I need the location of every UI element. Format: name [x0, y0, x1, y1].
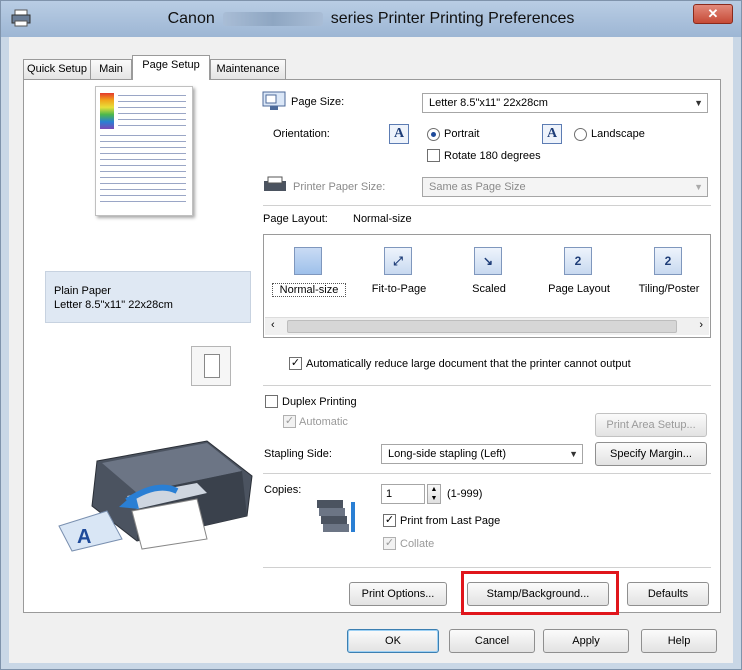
duplex-automatic-label[interactable]: Automatic: [299, 416, 348, 428]
stapling-side-value: Long-side stapling (Left): [388, 448, 507, 460]
close-button[interactable]: ✕: [693, 4, 733, 24]
ok-button[interactable]: OK: [347, 629, 439, 653]
rotate-180-label[interactable]: Rotate 180 degrees: [444, 150, 541, 162]
stapling-side-label: Stapling Side:: [264, 448, 332, 460]
defaults-button[interactable]: Defaults: [627, 582, 709, 606]
duplex-printing-label[interactable]: Duplex Printing: [282, 396, 357, 408]
layout-normal-size-label: Normal-size: [272, 283, 346, 297]
page-layout-list: Normal-size ⤢ Fit-to-Page ↘ Scaled 2 Pag…: [263, 234, 711, 338]
divider: [263, 567, 711, 568]
orientation-preview: [191, 346, 231, 386]
window-title-rest: series Printer Printing Preferences: [330, 10, 575, 27]
layout-normal-size[interactable]: Normal-size: [264, 235, 354, 315]
page-size-value: Letter 8.5"x11" 22x28cm: [429, 97, 548, 109]
page-size-select[interactable]: Letter 8.5"x11" 22x28cm ▼: [422, 93, 708, 113]
orientation-label: Orientation:: [273, 128, 330, 140]
printer-paper-size-label: Printer Paper Size:: [293, 181, 386, 193]
copies-label: Copies:: [264, 484, 302, 496]
tab-quick-setup[interactable]: Quick Setup: [23, 59, 91, 79]
printer-paper-icon: [264, 176, 286, 191]
scroll-thumb[interactable]: [287, 320, 677, 333]
layout-page-layout-label: Page Layout: [548, 283, 610, 295]
tab-maintenance[interactable]: Maintenance: [210, 59, 286, 79]
page-preview-thumbnail: [95, 86, 193, 216]
auto-reduce-checkbox[interactable]: ✓: [289, 357, 302, 370]
chevron-down-icon: ▼: [694, 98, 703, 108]
landscape-radio[interactable]: [574, 128, 587, 141]
printing-preferences-window: Canon series Printer Printing Preferences…: [0, 0, 742, 670]
window-title-brand: Canon: [167, 10, 215, 27]
chevron-down-icon: ▼: [569, 449, 578, 459]
layout-page-layout[interactable]: 2 Page Layout: [534, 235, 624, 315]
layout-scaled-label: Scaled: [472, 283, 506, 295]
printer-paper-size-select[interactable]: Same as Page Size ▼: [422, 177, 708, 197]
landscape-label[interactable]: Landscape: [591, 128, 645, 140]
layout-fit-to-page-label: Fit-to-Page: [371, 283, 427, 295]
print-from-last-page-checkbox[interactable]: ✓: [383, 514, 396, 527]
page-layout-current: Normal-size: [353, 213, 412, 225]
scaled-icon: ↘: [474, 247, 502, 275]
layout-tiling-poster-label: Tiling/Poster: [638, 283, 700, 295]
print-from-last-page-label[interactable]: Print from Last Page: [400, 515, 500, 527]
scroll-right-icon[interactable]: ›: [699, 319, 703, 331]
print-area-setup-button[interactable]: Print Area Setup...: [595, 413, 707, 437]
page-size-icon: [262, 91, 286, 110]
color-bar-graphic: [100, 93, 114, 129]
divider: [263, 473, 711, 474]
portrait-radio[interactable]: [427, 128, 440, 141]
help-button[interactable]: Help: [641, 629, 717, 653]
layout-horizontal-scrollbar[interactable]: ‹ ›: [265, 317, 709, 335]
duplex-printing-checkbox[interactable]: [265, 395, 278, 408]
collate-checkbox[interactable]: ✓: [383, 537, 396, 550]
portrait-icon: A: [389, 124, 409, 144]
stapling-side-select[interactable]: Long-side stapling (Left) ▼: [381, 444, 583, 464]
paper-info-box: Plain Paper Letter 8.5"x11" 22x28cm: [45, 271, 251, 323]
tiling-poster-icon: 2: [654, 247, 682, 275]
layout-scaled[interactable]: ↘ Scaled: [444, 235, 534, 315]
divider: [263, 385, 711, 386]
layout-fit-to-page[interactable]: ⤢ Fit-to-Page: [354, 235, 444, 315]
tab-main[interactable]: Main: [90, 59, 132, 79]
copies-input[interactable]: 1: [381, 484, 425, 504]
collate-label[interactable]: Collate: [400, 538, 434, 550]
title-bar[interactable]: Canon series Printer Printing Preferences…: [1, 1, 741, 37]
copies-icon: [317, 500, 355, 532]
rotate-180-checkbox[interactable]: [427, 149, 440, 162]
tab-page-setup[interactable]: Page Setup: [132, 55, 210, 80]
auto-reduce-label[interactable]: Automatically reduce large document that…: [306, 358, 631, 370]
copies-range: (1-999): [447, 488, 483, 500]
page-layout-label: Page Layout:: [263, 213, 328, 225]
paper-type-text: Plain Paper: [54, 285, 111, 297]
divider: [263, 205, 711, 206]
copies-spinner[interactable]: ▲ ▼: [427, 484, 441, 504]
cancel-button[interactable]: Cancel: [449, 629, 535, 653]
redacted-model-name: [222, 11, 323, 26]
copies-value: 1: [386, 488, 393, 500]
normal-size-icon: [294, 247, 322, 275]
duplex-automatic-checkbox[interactable]: ✓: [283, 415, 296, 428]
layout-tiling-poster[interactable]: 2 Tiling/Poster: [624, 235, 714, 315]
window-title: Canon series Printer Printing Preferences: [1, 10, 741, 28]
printer-paper-size-value: Same as Page Size: [429, 181, 526, 193]
print-options-button[interactable]: Print Options...: [349, 582, 447, 606]
landscape-icon: A: [542, 124, 562, 144]
page-layout-icon: 2: [564, 247, 592, 275]
scroll-left-icon[interactable]: ‹: [271, 319, 275, 331]
fit-to-page-icon: ⤢: [384, 247, 412, 275]
specify-margin-button[interactable]: Specify Margin...: [595, 442, 707, 466]
svg-text:A: A: [77, 526, 91, 548]
page-size-label: Page Size:: [291, 96, 345, 108]
paper-size-text: Letter 8.5"x11" 22x28cm: [54, 299, 173, 311]
printer-illustration: A: [58, 440, 253, 552]
highlight-box: [461, 571, 619, 615]
apply-button[interactable]: Apply: [543, 629, 629, 653]
portrait-label[interactable]: Portrait: [444, 128, 479, 140]
chevron-down-icon: ▼: [694, 182, 703, 192]
